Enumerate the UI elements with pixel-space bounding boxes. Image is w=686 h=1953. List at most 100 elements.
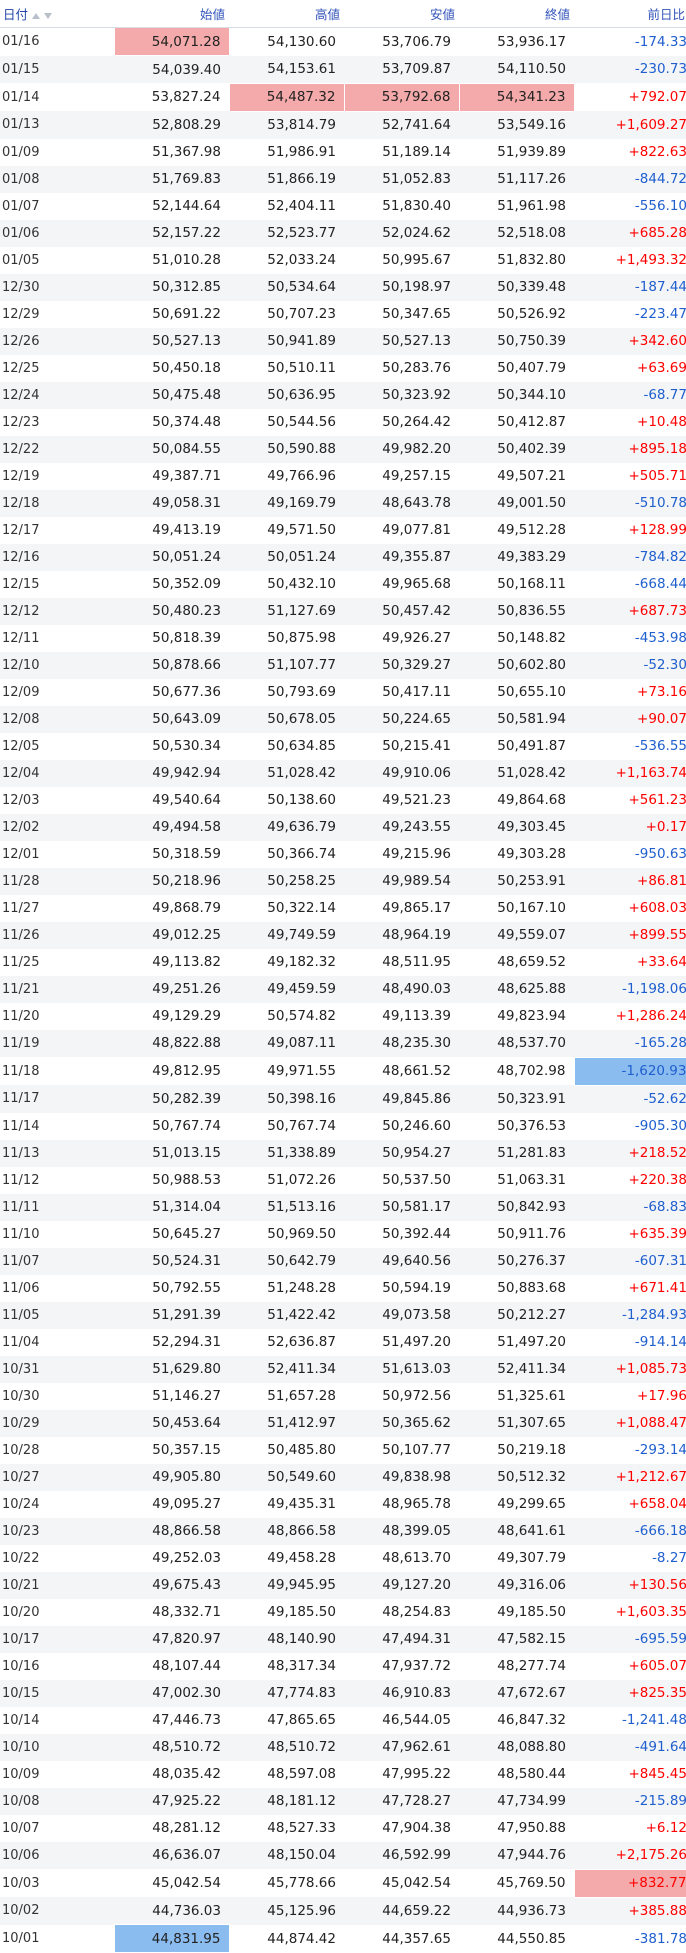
cell-close: 47,672.67 xyxy=(459,1679,574,1707)
cell-high: 51,072.26 xyxy=(267,1172,336,1188)
cell-change: +608.03 xyxy=(628,900,686,916)
table-row: 12/23 50,374.48 50,544.56 50,264.42 50,412.8… xyxy=(0,409,686,436)
cell-low: 46,544.05 xyxy=(382,1712,451,1728)
cell-close: 49,303.28 xyxy=(497,846,566,862)
cell-high: 52,404.11 xyxy=(267,198,336,214)
cell-high: 54,153.61 xyxy=(229,55,344,83)
cell-low: 45,042.54 xyxy=(382,1875,451,1891)
cell-high: 52,411.34 xyxy=(229,1355,344,1383)
cell-high: 49,169.79 xyxy=(229,489,344,517)
cell-date: 11/19 xyxy=(0,1029,114,1057)
cell-date: 11/28 xyxy=(0,867,114,895)
cell-date: 01/16 xyxy=(2,34,40,50)
cell-open: 47,002.30 xyxy=(114,1679,229,1707)
cell-change: +128.99 xyxy=(628,522,686,538)
column-header-open: 始値 xyxy=(114,0,229,28)
cell-open: 50,524.31 xyxy=(114,1247,229,1275)
cell-change: +687.73 xyxy=(574,597,686,625)
cell-open: 50,767.74 xyxy=(152,1118,221,1134)
cell-change: -536.55 xyxy=(634,738,686,754)
cell-low: 48,613.70 xyxy=(382,1550,451,1566)
cell-date: 10/08 xyxy=(0,1787,114,1815)
cell-open: 48,035.42 xyxy=(152,1766,221,1782)
cell-open: 45,042.54 xyxy=(152,1875,221,1891)
cell-close: 49,559.07 xyxy=(459,921,574,949)
table-row: 11/05 51,291.39 51,422.42 49,073.58 50,212.2… xyxy=(0,1301,686,1329)
cell-change: +671.41 xyxy=(628,1280,686,1296)
cell-date: 10/10 xyxy=(0,1733,114,1761)
cell-high: 51,248.28 xyxy=(267,1280,336,1296)
cell-date: 10/22 xyxy=(2,1550,40,1566)
cell-change: +561.23 xyxy=(628,792,686,808)
cell-high: 48,317.34 xyxy=(267,1658,336,1674)
cell-change: -8.27 xyxy=(652,1550,686,1566)
cell-open: 50,878.66 xyxy=(114,651,229,679)
cell-date: 12/08 xyxy=(0,705,114,733)
sort-icon[interactable] xyxy=(31,12,53,20)
cell-date: 10/29 xyxy=(0,1409,114,1437)
cell-open: 48,822.88 xyxy=(114,1029,229,1057)
column-header-date[interactable]: 日付 xyxy=(0,0,114,28)
cell-low: 50,537.50 xyxy=(382,1172,451,1188)
cell-close: 49,307.79 xyxy=(497,1550,566,1566)
cell-low: 48,643.78 xyxy=(344,489,459,517)
table-row: 11/19 48,822.88 49,087.11 48,235.30 48,537.7… xyxy=(0,1029,686,1057)
cell-date: 11/20 xyxy=(2,1008,40,1024)
table-row: 12/18 49,058.31 49,169.79 48,643.78 49,001.5… xyxy=(0,489,686,517)
cell-open: 52,144.64 xyxy=(152,198,221,214)
table-row: 12/24 50,475.48 50,636.95 50,323.92 50,344.1… xyxy=(0,381,686,409)
cell-close: 50,167.10 xyxy=(497,900,566,916)
cell-close: 50,339.48 xyxy=(459,273,574,301)
cell-close: 54,110.50 xyxy=(459,55,574,83)
cell-close: 50,512.32 xyxy=(459,1463,574,1491)
cell-high: 51,866.19 xyxy=(229,165,344,193)
table-row: 11/11 51,314.04 51,513.16 50,581.17 50,842.9… xyxy=(0,1193,686,1221)
cell-low: 49,926.27 xyxy=(382,630,451,646)
cell-low: 47,904.38 xyxy=(382,1820,451,1836)
table-row: 10/15 47,002.30 47,774.83 46,910.83 47,672.6… xyxy=(0,1679,686,1707)
table-row: 10/14 47,446.73 47,865.65 46,544.05 46,847.3… xyxy=(0,1707,686,1734)
cell-high: 49,185.50 xyxy=(267,1604,336,1620)
cell-low: 52,024.62 xyxy=(344,219,459,247)
cell-open: 49,868.79 xyxy=(152,900,221,916)
column-header-high: 高値 xyxy=(229,0,344,28)
cell-date: 10/28 xyxy=(2,1442,40,1458)
cell-low: 49,355.87 xyxy=(344,543,459,571)
cell-close: 48,580.44 xyxy=(497,1766,566,1782)
cell-high: 45,125.96 xyxy=(229,1897,344,1925)
column-header-low: 安値 xyxy=(344,0,459,28)
table-row: 11/12 50,988.53 51,072.26 50,537.50 51,063.3… xyxy=(0,1167,686,1194)
table-row: 12/19 49,387.71 49,766.96 49,257.15 49,507.2… xyxy=(0,463,686,490)
cell-high: 48,181.12 xyxy=(229,1787,344,1815)
cell-date: 11/04 xyxy=(2,1334,40,1350)
cell-date: 10/31 xyxy=(0,1355,114,1383)
cell-high: 49,087.11 xyxy=(229,1029,344,1057)
cell-low: 49,073.58 xyxy=(344,1301,459,1329)
cell-date: 11/06 xyxy=(2,1280,40,1296)
cell-change: +1,088.47 xyxy=(574,1409,686,1437)
cell-change: +86.81 xyxy=(574,867,686,895)
cell-change: +825.35 xyxy=(574,1679,686,1707)
cell-close: 50,750.39 xyxy=(459,327,574,355)
cell-date: 11/17 xyxy=(0,1085,114,1113)
cell-low: 49,845.86 xyxy=(344,1085,459,1113)
cell-change: +33.64 xyxy=(637,954,686,970)
cell-close: 50,212.27 xyxy=(459,1301,574,1329)
cell-change: +605.07 xyxy=(628,1658,686,1674)
cell-low: 53,792.68 xyxy=(343,82,460,112)
table-row: 11/04 52,294.31 52,636.87 51,497.20 51,497.2… xyxy=(0,1329,686,1356)
cell-open: 52,294.31 xyxy=(152,1334,221,1350)
table-row: 10/02 44,736.03 45,125.96 44,659.22 44,936.7… xyxy=(0,1897,686,1925)
cell-low: 50,224.65 xyxy=(344,705,459,733)
cell-date: 01/14 xyxy=(2,89,40,105)
cell-open: 54,039.40 xyxy=(114,55,229,83)
cell-low: 49,838.98 xyxy=(344,1463,459,1491)
table-row: 10/28 50,357.15 50,485.80 50,107.77 50,219.1… xyxy=(0,1437,686,1464)
sort-down-icon xyxy=(44,12,53,19)
cell-close: 44,936.73 xyxy=(459,1897,574,1925)
cell-date: 11/14 xyxy=(2,1118,40,1134)
cell-change: +658.04 xyxy=(628,1496,686,1512)
table-row: 10/29 50,453.64 51,412.97 50,365.62 51,307.6… xyxy=(0,1409,686,1437)
cell-change: +1,085.73 xyxy=(574,1355,686,1383)
cell-low: 47,937.72 xyxy=(382,1658,451,1674)
